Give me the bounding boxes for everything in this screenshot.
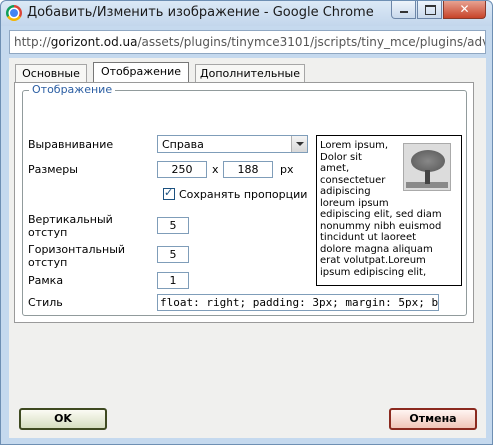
constrain-label: Сохранять пропорции (179, 188, 308, 201)
tab-advanced[interactable]: Дополнительные (195, 64, 305, 82)
hspace-label-line1: Горизонтальный (28, 243, 126, 256)
style-label: Стиль (28, 296, 63, 309)
browser-window: Добавить/Изменить изображение - Google C… (0, 0, 493, 445)
hspace-label: Горизонтальный отступ (28, 243, 125, 269)
style-input[interactable]: float: right; padding: 3px; margin: 5px;… (157, 294, 439, 311)
maximize-button[interactable] (417, 1, 442, 19)
preview-line: edipiscing elit, sed diam (320, 209, 442, 220)
preview-line: loreum ipsum (320, 197, 389, 209)
chevron-down-icon[interactable] (291, 136, 307, 152)
dimensions-unit: px (280, 163, 294, 176)
preview-line: adipiscing (320, 186, 371, 197)
preview-line: tincidunt ut laoreet (320, 232, 417, 243)
vspace-label-line2: отступ (28, 226, 68, 239)
ok-button[interactable]: OK (19, 408, 107, 430)
preview-line: amet, (320, 163, 350, 174)
appearance-fieldset: Отображение Выравнивание Справа Размеры … (22, 83, 467, 316)
window-controls: ✕ (390, 1, 486, 19)
close-icon: ✕ (459, 2, 470, 16)
dimensions-label: Размеры (28, 163, 78, 176)
appearance-panel: Отображение Выравнивание Справа Размеры … (14, 82, 474, 323)
vspace-input[interactable]: 5 (157, 217, 189, 234)
url-path: /assets/plugins/tinymce3101/jscripts/tin… (137, 35, 486, 49)
tab-general[interactable]: Основные (15, 64, 87, 82)
preview-line: dolore magna aliquam (320, 243, 433, 255)
address-bar[interactable]: http://gorizont.od.ua/assets/plugins/tin… (9, 30, 486, 54)
vspace-label: Вертикальный отступ (28, 213, 113, 239)
dimensions-separator: x (212, 163, 219, 176)
preview-line: nonummy nibh euismod (320, 220, 442, 232)
dialog-content: Основные Отображение Дополнительные Отоб… (9, 58, 486, 438)
vspace-label-line1: Вертикальный (28, 213, 113, 226)
url-domain: gorizont.od.ua (50, 35, 138, 49)
height-input[interactable]: 188 (223, 161, 273, 178)
preview-line: Lorem ipsum, (320, 140, 389, 151)
alignment-label: Выравнивание (28, 138, 114, 151)
preview-line: consectetuer (320, 174, 386, 186)
window-title: Добавить/Изменить изображение - Google C… (27, 5, 374, 20)
border-input[interactable]: 1 (157, 272, 189, 289)
chrome-logo-icon (6, 5, 22, 21)
fieldset-legend: Отображение (29, 83, 116, 96)
maximize-icon (425, 5, 436, 15)
alignment-preview: Lorem ipsum, Dolor sit amet, consectetue… (316, 135, 462, 286)
close-button[interactable]: ✕ (443, 1, 486, 19)
hspace-input[interactable]: 5 (157, 246, 189, 263)
tab-appearance[interactable]: Отображение (93, 62, 189, 83)
constrain-checkbox[interactable] (163, 186, 175, 200)
minimize-icon (400, 11, 408, 13)
width-input[interactable]: 250 (157, 161, 207, 178)
alignment-select[interactable]: Справа (157, 135, 308, 153)
minimize-button[interactable] (391, 1, 416, 19)
preview-line: ipsum edipiscing elit, (320, 266, 427, 278)
preview-line: Dolor sit (320, 151, 362, 163)
preview-text: Lorem ipsum, Dolor sit amet, consectetue… (320, 140, 442, 278)
preview-line: erat volutpat.Loreum (320, 255, 426, 266)
border-label: Рамка (28, 274, 64, 287)
url-prefix: http:// (14, 35, 51, 49)
alignment-value: Справа (162, 138, 204, 151)
title-bar[interactable]: Добавить/Изменить изображение - Google C… (1, 1, 492, 26)
url-text: http://gorizont.od.ua/assets/plugins/tin… (14, 35, 486, 49)
cancel-button[interactable]: Отмена (389, 408, 477, 430)
hspace-label-line2: отступ (28, 256, 68, 269)
